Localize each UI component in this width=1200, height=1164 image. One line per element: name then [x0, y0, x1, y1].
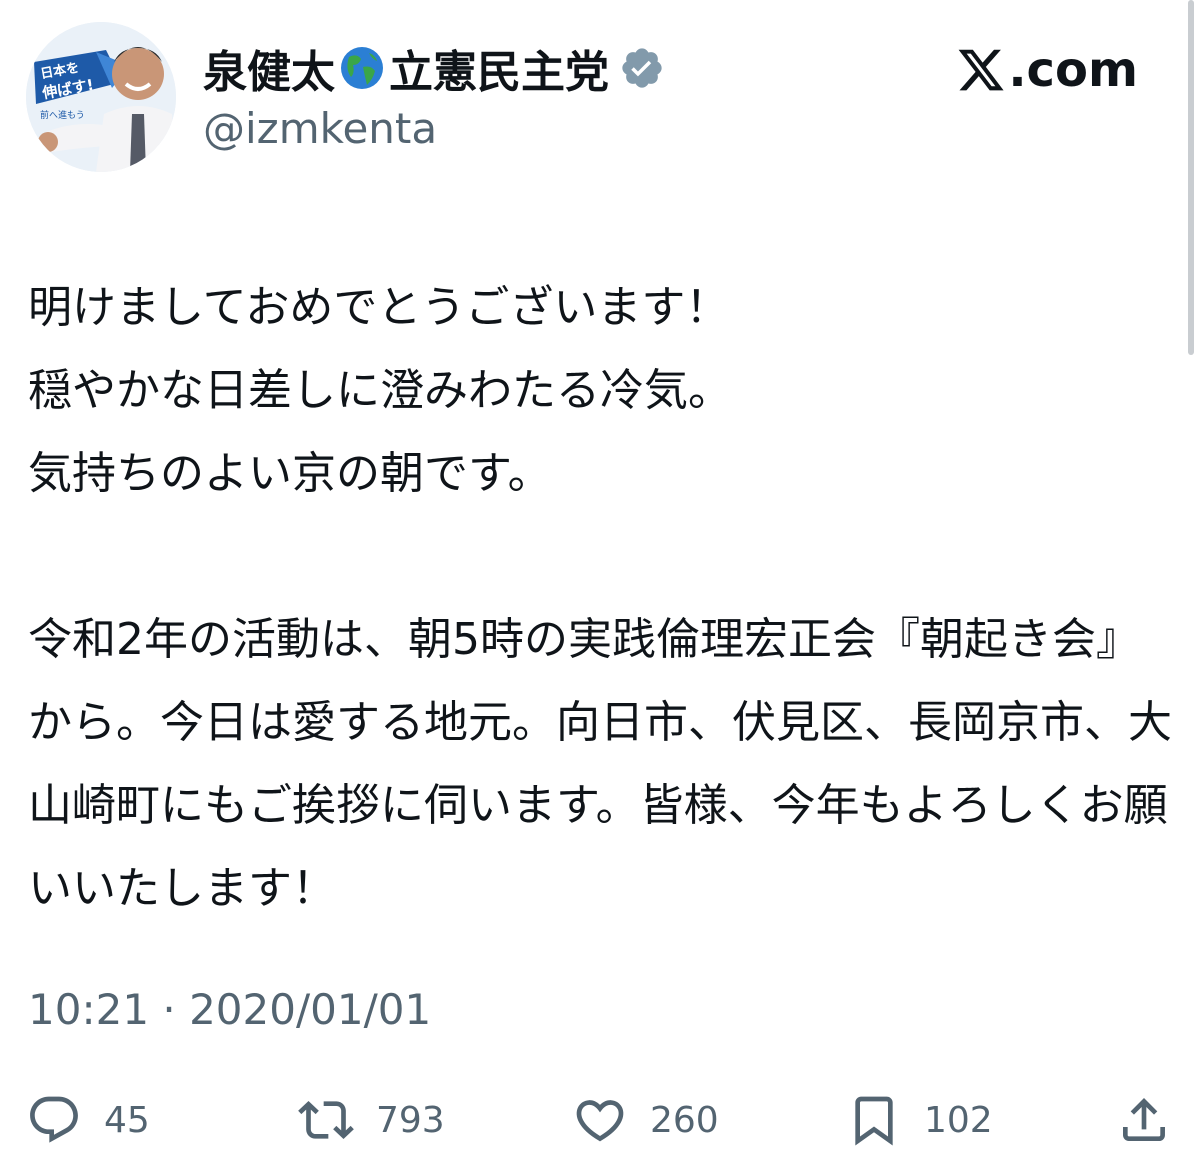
post-text: 明けましておめでとうございます！ 穏やかな日差しに澄みわたる冷気。 気持ちのよい…: [28, 282, 1172, 914]
like-button[interactable]: 260: [572, 1088, 719, 1152]
repost-icon: [298, 1101, 354, 1139]
like-count: 260: [650, 1099, 719, 1141]
share-icon: [1123, 1098, 1165, 1141]
author-avatar[interactable]: 日本を 伸ばす! 前へ進もう: [26, 22, 176, 172]
x-logo-icon: [958, 49, 1004, 91]
reply-count: 45: [104, 1099, 150, 1141]
bookmark-icon: [855, 1096, 893, 1146]
bookmark-count: 102: [924, 1099, 993, 1141]
brand-logo: .com: [956, 42, 1138, 98]
post-actions: 45 793 260 102: [0, 1088, 1200, 1152]
author-name-row[interactable]: 泉健太 立憲民主党: [203, 38, 665, 98]
author-handle[interactable]: @izmkenta: [203, 104, 437, 153]
brand-domain: .com: [1008, 42, 1138, 98]
like-icon: [576, 1100, 624, 1142]
repost-button[interactable]: 793: [298, 1088, 445, 1152]
globe-icon: [339, 45, 385, 91]
author-party-name[interactable]: 立憲民主党: [389, 36, 609, 100]
share-button[interactable]: [1116, 1088, 1172, 1152]
repost-count: 793: [376, 1099, 445, 1141]
post-timestamp[interactable]: 10:21 · 2020/01/01: [28, 985, 431, 1034]
author-display-name[interactable]: 泉健太: [203, 36, 335, 100]
bookmark-button[interactable]: 102: [846, 1088, 993, 1152]
avatar-slogan-sub: 前へ進もう: [40, 111, 85, 121]
scrollbar[interactable]: [1188, 0, 1194, 355]
verified-badge-icon: [619, 45, 665, 91]
reply-icon: [30, 1096, 78, 1143]
reply-button[interactable]: 45: [26, 1088, 150, 1152]
